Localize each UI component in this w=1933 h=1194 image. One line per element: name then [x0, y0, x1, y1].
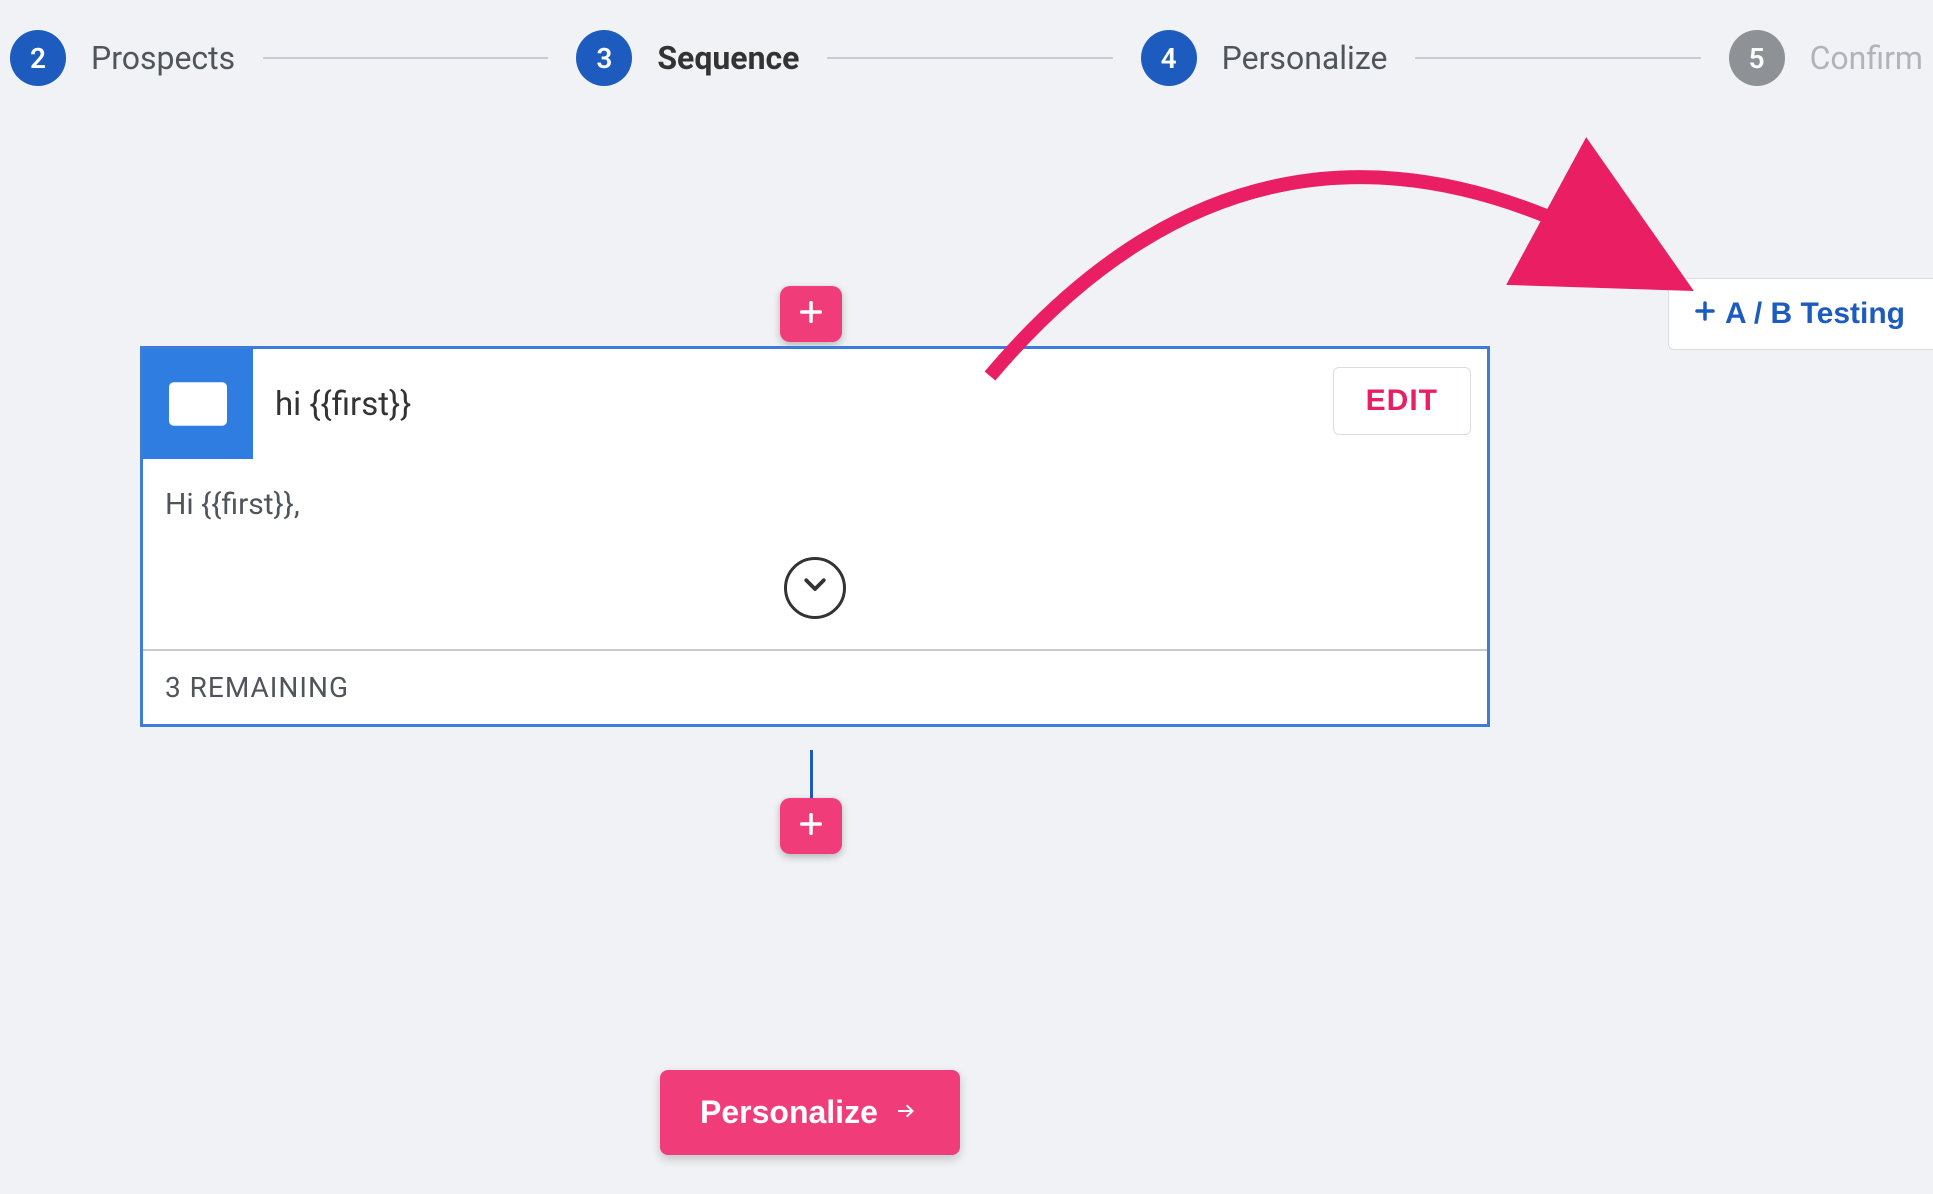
step-connector [827, 57, 1112, 59]
add-step-below-button[interactable] [780, 798, 842, 854]
step-number: 4 [1141, 30, 1197, 86]
plus-icon [797, 298, 825, 330]
step-label: Personalize [1222, 39, 1388, 77]
step-personalize[interactable]: 4 Personalize [1141, 30, 1388, 86]
plus-icon [797, 810, 825, 842]
email-step-card: hi {{first}} EDIT Hi {{first}}, 3 REMAIN… [140, 346, 1490, 727]
card-header: hi {{first}} EDIT [143, 349, 1487, 459]
personalize-cta-label: Personalize [700, 1094, 878, 1131]
step-prospects[interactable]: 2 Prospects [10, 30, 235, 86]
mail-icon [143, 349, 253, 459]
step-number: 2 [10, 30, 66, 86]
step-number: 5 [1729, 30, 1785, 86]
edit-button[interactable]: EDIT [1333, 367, 1471, 435]
personalize-cta-button[interactable]: Personalize [660, 1070, 960, 1155]
email-subject: hi {{first}} [275, 385, 411, 424]
step-connector-vertical [810, 750, 813, 800]
step-label: Confirm [1810, 39, 1923, 77]
card-body: Hi {{first}}, [143, 459, 1487, 649]
card-footer-remaining[interactable]: 3 REMAINING [143, 649, 1487, 724]
add-step-above-button[interactable] [780, 286, 842, 342]
expand-toggle[interactable] [784, 557, 846, 619]
ab-testing-button[interactable]: A / B Testing [1668, 278, 1933, 350]
arrow-right-icon [892, 1094, 920, 1131]
wizard-stepper: 2 Prospects 3 Sequence 4 Personalize 5 C… [0, 0, 1933, 86]
step-connector [263, 57, 548, 59]
chevron-down-icon [800, 569, 830, 607]
email-body-preview: Hi {{first}}, [165, 487, 1465, 522]
ab-testing-label: A / B Testing [1725, 297, 1905, 331]
step-connector [1415, 57, 1700, 59]
step-sequence[interactable]: 3 Sequence [576, 30, 799, 86]
step-label: Prospects [91, 39, 235, 77]
step-label: Sequence [657, 39, 799, 77]
step-number: 3 [576, 30, 632, 86]
plus-icon [1693, 297, 1717, 331]
step-confirm[interactable]: 5 Confirm [1729, 30, 1923, 86]
